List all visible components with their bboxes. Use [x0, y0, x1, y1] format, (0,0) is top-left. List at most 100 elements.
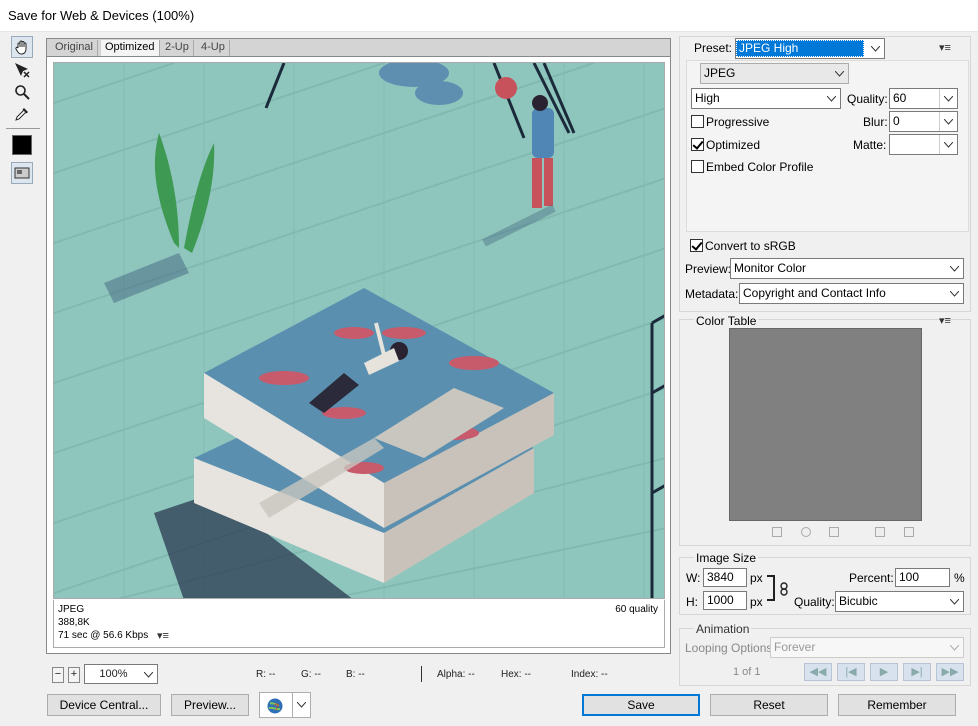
embed-color-profile-label: Embed Color Profile [706, 160, 814, 174]
svg-text:?: ? [274, 702, 279, 712]
web-snap-icon[interactable] [801, 527, 811, 537]
color-table-menu-icon[interactable]: ▾≡ [939, 314, 951, 327]
browser-preview-select[interactable]: ? [259, 692, 311, 718]
width-input[interactable]: 3840 [703, 568, 747, 587]
animation-title: Animation [694, 622, 752, 636]
format-value: JPEG [704, 66, 736, 80]
toggle-slices-visibility-icon[interactable] [11, 162, 33, 184]
chevron-down-icon [945, 284, 963, 303]
status-bar: − + 100% R: -- G: -- B: -- Alpha: -- Hex… [46, 662, 671, 686]
convert-srgb-checkbox[interactable] [690, 239, 703, 252]
zoom-level-value: 100% [99, 668, 128, 680]
alpha-readout: Alpha: -- [437, 669, 475, 680]
image-size-title: Image Size [694, 551, 759, 565]
tab-2-up[interactable]: 2-Up [161, 40, 194, 56]
hand-tool-icon[interactable] [11, 36, 33, 58]
chevron-down-icon [945, 592, 963, 611]
link-chain-icon[interactable] [779, 582, 789, 599]
width-value: 3840 [707, 570, 734, 584]
slice-select-tool-icon[interactable] [11, 59, 33, 81]
blur-label: Blur: [863, 115, 888, 129]
percent-input[interactable]: 100 [895, 568, 950, 587]
optimized-label: Optimized [706, 138, 761, 152]
hex-readout: Hex: -- [501, 669, 531, 680]
reset-button[interactable]: Reset [710, 694, 828, 716]
tab-optimized[interactable]: Optimized [101, 40, 160, 56]
remember-button[interactable]: Remember [838, 694, 956, 716]
lock-color-icon[interactable] [829, 527, 839, 537]
matte-label: Matte: [853, 138, 887, 152]
previous-frame-icon[interactable]: |◀ [837, 663, 865, 681]
looping-options-select[interactable]: Forever [770, 637, 964, 658]
resample-quality-label: Quality: [794, 595, 835, 609]
matte-select[interactable] [889, 134, 958, 155]
quality-preset-select[interactable]: High [691, 88, 841, 109]
tab-4-up[interactable]: 4-Up [197, 40, 230, 56]
zoom-in-button[interactable]: + [68, 667, 80, 683]
blue-readout: B: -- [346, 669, 365, 680]
image-info-panel: JPEG 388,8K 71 sec @ 56.6 Kbps ▾≡ 60 qua… [53, 600, 665, 648]
green-readout: G: -- [301, 669, 321, 680]
image-format-text: JPEG [58, 604, 85, 615]
resample-quality-select[interactable]: Bicubic [835, 591, 964, 612]
view-tabs: Original Optimized 2-Up 4-Up [46, 38, 671, 56]
chevron-down-icon [939, 112, 957, 131]
title-bar: Save for Web & Devices (100%) [0, 0, 978, 32]
percent-label: Percent: [849, 571, 894, 585]
index-readout: Index: -- [571, 669, 608, 680]
chevron-down-icon [866, 39, 884, 58]
progressive-checkbox[interactable] [691, 115, 704, 128]
width-unit: px [750, 571, 763, 585]
looping-options-value: Forever [774, 640, 816, 654]
first-frame-icon[interactable]: ◀◀ [804, 663, 832, 681]
embed-color-profile-checkbox[interactable] [691, 160, 704, 173]
device-central-button[interactable]: Device Central... [47, 694, 161, 716]
color-table-title: Color Table [694, 314, 759, 328]
chevron-down-icon [939, 135, 957, 154]
tab-original[interactable]: Original [51, 40, 98, 56]
quality-value: 60 [893, 91, 907, 105]
status-divider [421, 666, 422, 682]
width-label: W: [686, 571, 701, 585]
optimized-checkbox[interactable] [691, 138, 704, 151]
play-icon[interactable]: ▶ [870, 663, 898, 681]
map-transparency-icon[interactable] [772, 527, 782, 537]
color-table-grid[interactable] [729, 328, 922, 521]
resample-quality-value: Bicubic [839, 594, 878, 608]
blur-value: 0 [893, 114, 900, 128]
chevron-down-icon [830, 64, 848, 83]
tool-divider [6, 128, 40, 129]
eyedropper-tool-icon[interactable] [11, 103, 33, 125]
chevron-down-icon [139, 665, 157, 683]
zoom-level-select[interactable]: 100% [84, 664, 158, 684]
metadata-value: Copyright and Contact Info [743, 286, 886, 300]
metadata-select[interactable]: Copyright and Contact Info [739, 283, 964, 304]
new-color-icon[interactable] [875, 527, 885, 537]
height-unit: px [750, 595, 763, 609]
zoom-out-button[interactable]: − [52, 667, 64, 683]
last-frame-icon[interactable]: ▶▶ [936, 663, 964, 681]
looping-options-label: Looping Options: [685, 641, 776, 655]
quality-input[interactable]: 60 [889, 88, 958, 109]
height-input[interactable]: 1000 [703, 591, 747, 610]
preview-button[interactable]: Preview... [171, 694, 249, 716]
eyedropper-color-swatch[interactable] [11, 134, 33, 156]
zoom-tool-icon[interactable] [11, 81, 33, 103]
download-speed-menu-icon[interactable]: ▾≡ [157, 630, 169, 642]
image-quality-text: 60 quality [615, 604, 658, 615]
blur-input[interactable]: 0 [889, 111, 958, 132]
percent-unit: % [954, 571, 965, 585]
save-button[interactable]: Save [582, 694, 700, 716]
optimized-image-preview[interactable] [53, 62, 665, 599]
frame-counter: 1 of 1 [733, 666, 761, 678]
format-select[interactable]: JPEG [700, 63, 849, 84]
trash-icon[interactable] [904, 527, 914, 537]
progressive-label: Progressive [706, 115, 770, 129]
window-title: Save for Web & Devices (100%) [8, 8, 195, 23]
settings-menu-icon[interactable]: ▾≡ [939, 41, 951, 54]
percent-value: 100 [899, 570, 920, 584]
preset-select[interactable]: JPEG High [735, 38, 885, 59]
next-frame-icon[interactable]: ▶| [903, 663, 931, 681]
chevron-down-icon [945, 259, 963, 278]
preview-select[interactable]: Monitor Color [730, 258, 964, 279]
